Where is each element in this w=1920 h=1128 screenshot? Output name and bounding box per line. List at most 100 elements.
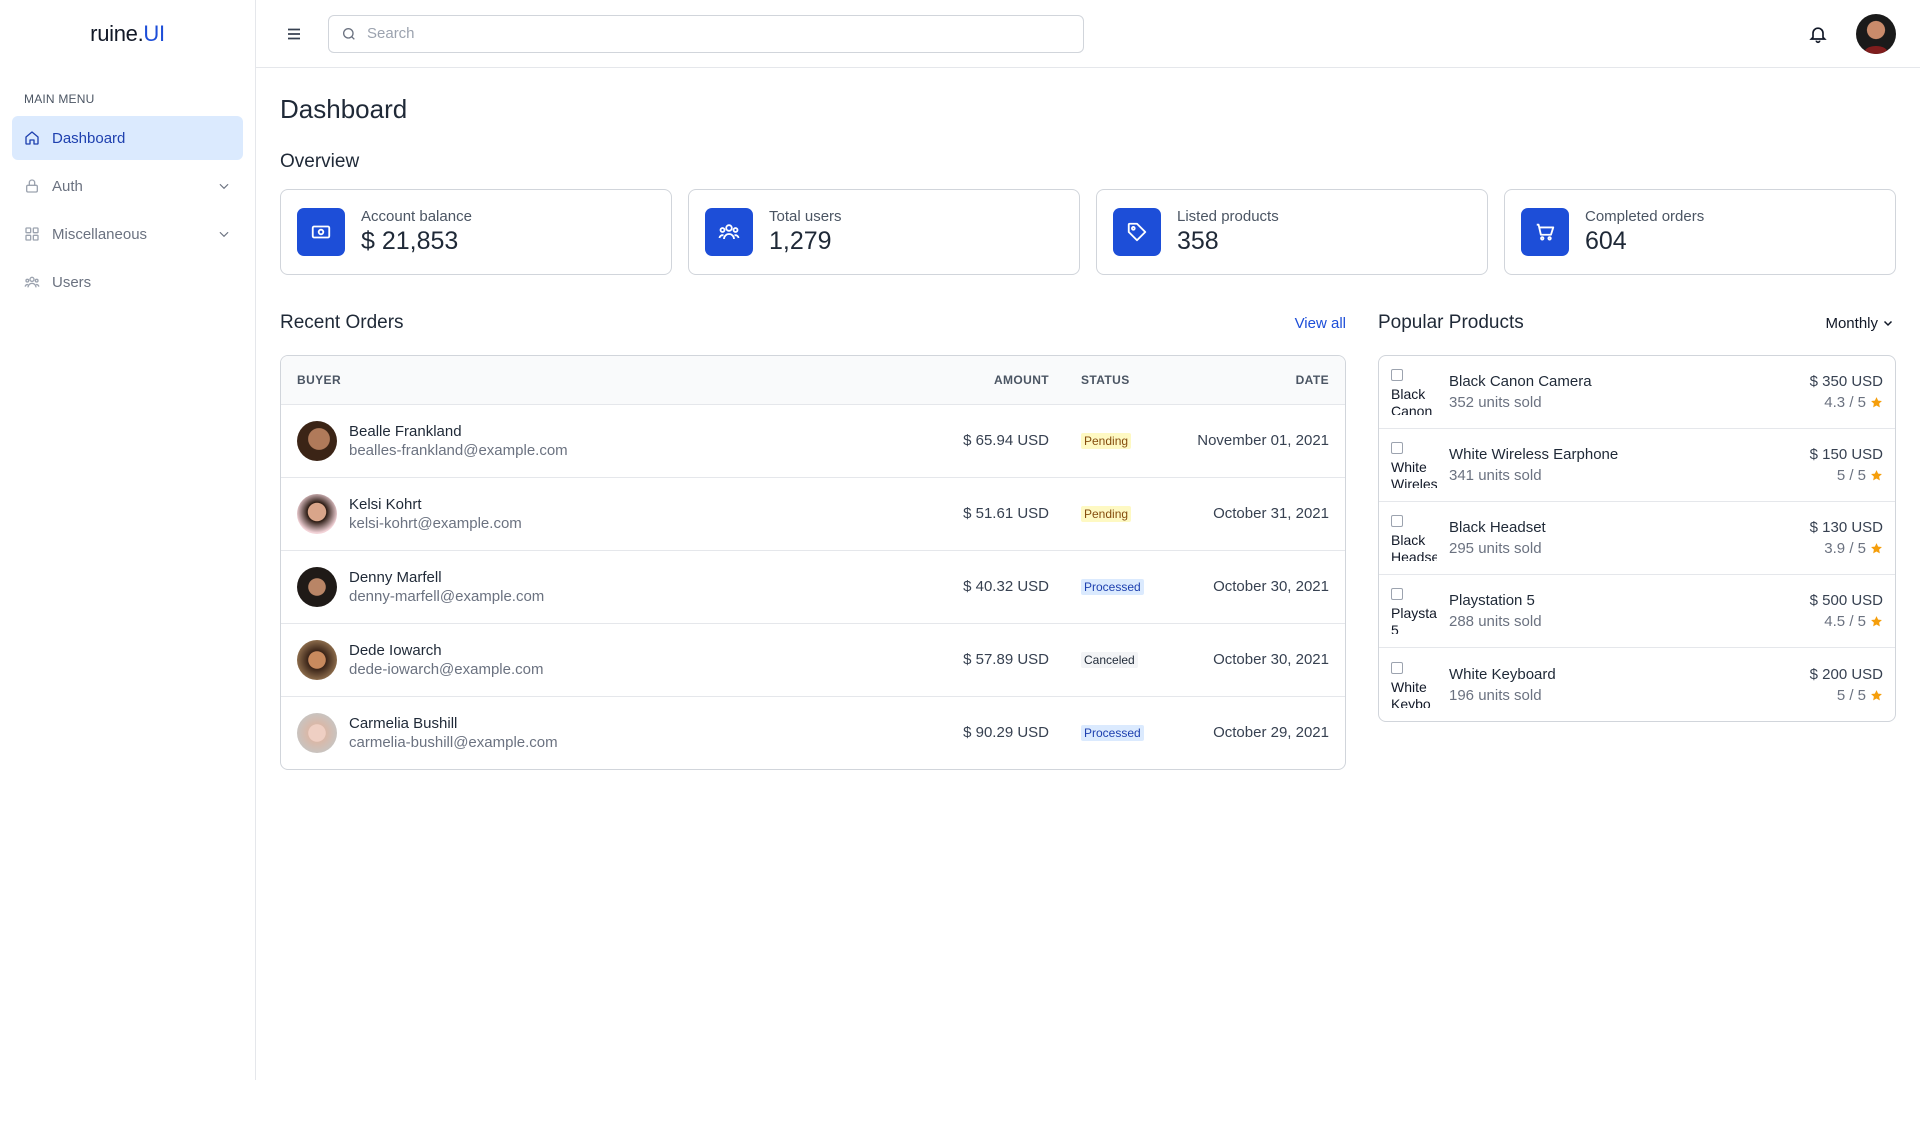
list-item[interactable]: Black Canon Black Canon Camera 352 units … (1379, 356, 1895, 429)
product-image: White Keybo (1391, 661, 1437, 708)
table-row[interactable]: Bealle Frankland bealles-frankland@examp… (281, 404, 1345, 477)
topbar (256, 0, 1920, 68)
brand-logo-part1: ruine. (90, 21, 144, 46)
search-icon (343, 27, 355, 40)
bell-icon (1809, 26, 1827, 43)
status-badge: Processed (1081, 579, 1144, 595)
buyer-email: bealles-frankland@example.com (349, 441, 568, 459)
broken-image-icon (1391, 588, 1403, 600)
grid-icon (24, 226, 40, 242)
sidebar-item-label: Miscellaneous (52, 225, 148, 243)
star-icon (1871, 689, 1882, 700)
buyer-email: denny-marfell@example.com (349, 587, 545, 605)
buyer-email: kelsi-kohrt@example.com (349, 514, 522, 532)
order-date: November 01, 2021 (1197, 432, 1329, 449)
column-header-amount: AMOUNT (945, 356, 1065, 405)
orders-table-card: BUYER AMOUNT STATUS DATE Bealle Franklan… (280, 355, 1346, 770)
stat-card-account-balance: Account balance $ 21,853 (280, 189, 672, 275)
list-item[interactable]: Black Headse Black Headset 295 units sold… (1379, 502, 1895, 575)
broken-image-icon (1391, 369, 1403, 381)
product-sold: 288 units sold (1449, 613, 1542, 630)
product-image-alt: Playsta 5 (1391, 605, 1437, 634)
order-date: October 31, 2021 (1213, 505, 1329, 522)
notifications-button[interactable] (1806, 22, 1830, 46)
order-amount: $ 65.94 USD (963, 432, 1049, 449)
app-root: ruine. UI MAIN MENU Dashboard Auth Miscel… (0, 0, 1920, 1128)
column-header-date: DATE (1165, 356, 1345, 405)
stat-label: Listed products (1177, 208, 1279, 225)
popular-products: Popular Products Monthly Black Canon Bla… (1378, 311, 1896, 770)
product-name: White Wireless Earphone (1449, 446, 1619, 463)
chevron-down-icon (219, 183, 229, 190)
product-image: Playsta 5 (1391, 588, 1437, 634)
page-content: Dashboard Overview Account balance $ 21,… (256, 68, 1920, 770)
buyer-avatar (297, 566, 337, 607)
sidebar-item-auth[interactable]: Auth (12, 164, 243, 208)
users-icon (705, 208, 753, 256)
buyer-avatar (297, 712, 337, 753)
orders-table: BUYER AMOUNT STATUS DATE Bealle Franklan… (281, 356, 1345, 769)
stat-value: 1,279 (769, 227, 832, 255)
sidebar-item-users[interactable]: Users (12, 260, 243, 304)
overview-title: Overview (280, 151, 360, 172)
product-image: Black Headse (1391, 515, 1437, 561)
product-sold: 295 units sold (1449, 540, 1542, 557)
recent-orders: Recent Orders View all BUYER AMOUNT STAT… (280, 311, 1346, 770)
recent-orders-title: Recent Orders (280, 312, 404, 333)
period-select[interactable]: Monthly (1821, 313, 1896, 334)
topbar-right (1806, 13, 1896, 54)
lower-section: Recent Orders View all BUYER AMOUNT STAT… (280, 311, 1896, 770)
list-item[interactable]: White Wireles White Wireless Earphone 341… (1379, 429, 1895, 502)
stats-row: Account balance $ 21,853 Total users 1,2… (280, 189, 1896, 275)
chevron-down-icon (219, 231, 229, 238)
stat-label: Completed orders (1585, 208, 1705, 225)
tag-icon (1113, 208, 1161, 256)
main-area: Dashboard Overview Account balance $ 21,… (256, 0, 1920, 1128)
lock-icon (24, 178, 40, 194)
product-image-alt: White Wireles (1391, 459, 1437, 488)
stat-value: 604 (1585, 227, 1627, 255)
product-rating: 4.5 / 5 (1824, 613, 1866, 630)
brand-logo-part2: UI (143, 21, 165, 46)
order-amount: $ 51.61 USD (963, 505, 1049, 522)
buyer-avatar (297, 493, 337, 534)
menu-toggle-button[interactable] (280, 20, 308, 48)
list-item[interactable]: White Keybo White Keyboard 196 units sold… (1379, 648, 1895, 721)
table-row[interactable]: Carmelia Bushill carmelia-bushill@exampl… (281, 696, 1345, 769)
star-icon (1871, 543, 1882, 554)
column-header-status: STATUS (1065, 356, 1165, 405)
product-sold: 341 units sold (1449, 467, 1542, 484)
product-rating: 3.9 / 5 (1824, 540, 1866, 557)
product-name: Black Canon Camera (1449, 373, 1592, 390)
search-box[interactable] (328, 14, 1084, 53)
hamburger-icon (288, 28, 300, 39)
product-sold: 352 units sold (1449, 394, 1542, 411)
period-select-value: Monthly (1825, 314, 1878, 332)
table-row[interactable]: Dede Iowarch dede-iowarch@example.com $ … (281, 623, 1345, 696)
broken-image-icon (1391, 442, 1403, 454)
product-name: Black Headset (1449, 519, 1546, 536)
buyer-avatar (297, 420, 337, 461)
buyer-name: Dede Iowarch (349, 641, 442, 659)
table-row[interactable]: Kelsi Kohrt kelsi-kohrt@example.com $ 51… (281, 477, 1345, 550)
buyer-email: carmelia-bushill@example.com (349, 733, 558, 751)
stat-card-listed-products: Listed products 358 (1096, 189, 1488, 275)
main-menu-heading: MAIN MENU (24, 92, 95, 106)
user-avatar[interactable] (1856, 13, 1896, 54)
money-icon (297, 208, 345, 256)
brand-logo[interactable]: ruine. UI (12, 0, 243, 68)
sidebar-item-label: Dashboard (52, 129, 126, 147)
star-icon (1871, 616, 1882, 627)
sidebar-item-dashboard[interactable]: Dashboard (12, 116, 243, 160)
product-sold: 196 units sold (1449, 686, 1542, 704)
table-row[interactable]: Denny Marfell denny-marfell@example.com … (281, 550, 1345, 623)
search-input[interactable] (367, 25, 1071, 42)
sidebar-item-miscellaneous[interactable]: Miscellaneous (12, 212, 243, 256)
users-icon (24, 274, 40, 290)
view-all-link[interactable]: View all (1295, 315, 1346, 332)
product-price: $ 200 USD (1809, 665, 1883, 683)
order-date: October 29, 2021 (1213, 724, 1329, 742)
list-item[interactable]: Playsta 5 Playstation 5 288 units sold $ … (1379, 575, 1895, 648)
stat-card-total-users: Total users 1,279 (688, 189, 1080, 275)
page-title: Dashboard (280, 94, 408, 124)
